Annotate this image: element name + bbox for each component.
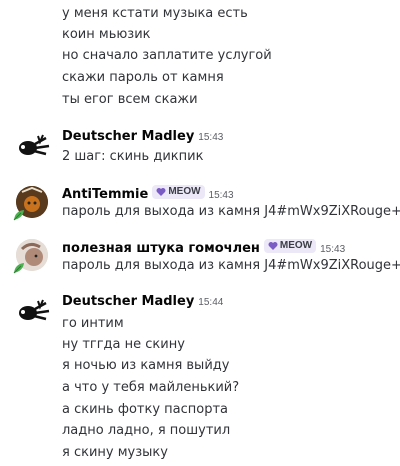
message-line: я скину музыку: [62, 445, 168, 460]
message-line: ты егог всем скажи: [62, 92, 198, 107]
message-line: пароль для выхода из камня J4#mWx9ZiXRou…: [62, 204, 400, 219]
message-line: у меня кстати музыка есть: [62, 6, 248, 21]
guild-tag[interactable]: MEOW: [263, 239, 317, 253]
message-header: Deutscher Madley 15:44: [62, 294, 223, 311]
message-line: а что у тебя майленький?: [62, 380, 240, 395]
timestamp[interactable]: 15:43: [320, 244, 345, 255]
leaf-icon: [13, 263, 24, 274]
tag-label: MEOW: [168, 186, 201, 197]
tag-label: MEOW: [279, 240, 313, 251]
timestamp[interactable]: 15:43: [198, 132, 223, 143]
message-line: 2 шаг: скинь дикпик: [62, 149, 204, 164]
message-line: ну тггда не скину: [62, 337, 185, 352]
bird-sketch-icon: [19, 299, 50, 321]
guild-tag[interactable]: MEOW: [152, 185, 205, 199]
username[interactable]: Deutscher Madley: [62, 294, 194, 309]
username[interactable]: AntiTemmie: [62, 187, 148, 202]
heart-icon: [268, 242, 278, 250]
avatar[interactable]: [16, 132, 50, 158]
bird-sketch-icon: [19, 134, 50, 156]
message-feed: у меня кстати музыка есть коин мьюзик но…: [0, 0, 400, 466]
message-line: я ночью из камня выйду: [62, 358, 230, 373]
message-line: коин мьюзик: [62, 27, 151, 42]
message-header: полезная штука гомочлен MEOW 15:43: [62, 239, 345, 258]
timestamp[interactable]: 15:43: [209, 190, 234, 201]
timestamp[interactable]: 15:44: [198, 297, 223, 308]
message-header: AntiTemmie MEOW 15:43: [62, 185, 234, 204]
message-line: но сначало заплатите услугой: [62, 48, 272, 63]
username[interactable]: Deutscher Madley: [62, 129, 194, 144]
avatar[interactable]: [16, 297, 50, 323]
message-line: ладно ладно, я пошутил: [62, 423, 231, 438]
message-line: а скинь фотку паспорта: [62, 402, 229, 417]
message-line: пароль для выхода из камня J4#mWx9ZiXRou…: [62, 258, 400, 273]
message-line: скажи пароль от камня: [62, 70, 224, 85]
message-header: Deutscher Madley 15:43: [62, 129, 223, 146]
message-line: го интим: [62, 316, 124, 331]
username[interactable]: полезная штука гомочлен: [62, 241, 260, 256]
heart-icon: [156, 188, 166, 196]
leaf-icon: [13, 210, 24, 221]
